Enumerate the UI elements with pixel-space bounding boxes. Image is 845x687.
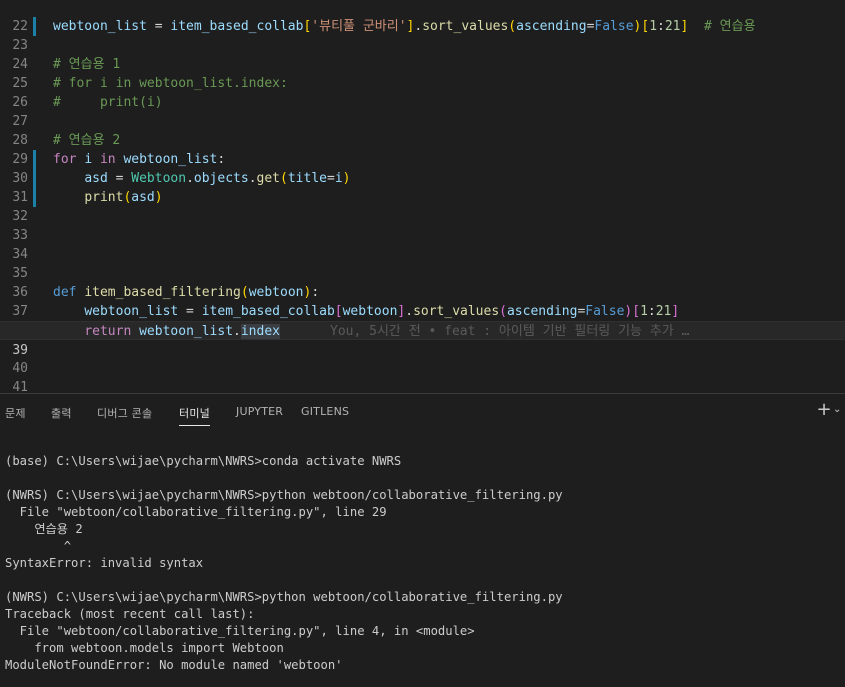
- code-line[interactable]: 34: [0, 226, 845, 262]
- panel-tab-bar: 문제 출력 디버그 콘솔 터미널 JUPYTER GITLENS + ⌄: [0, 393, 845, 431]
- code-line[interactable]: 28: [0, 112, 845, 148]
- git-modified-marker[interactable]: [33, 17, 36, 36]
- tab-jupyter[interactable]: JUPYTER: [236, 405, 283, 425]
- code-text: webtoon_list = item_based_collab['뷰티풀 군바…: [53, 19, 756, 34]
- tab-output[interactable]: 출력: [51, 405, 72, 425]
- code-text: return webtoon_list.index You, 5시간 전 • fe…: [84, 324, 690, 339]
- code-line[interactable]: 35: [0, 245, 845, 281]
- chevron-down-icon[interactable]: ⌄: [833, 402, 845, 418]
- tab-debug-console[interactable]: 디버그 콘솔: [97, 405, 152, 425]
- code-line[interactable]: 30 for i in webtoon_list:: [0, 150, 845, 186]
- git-modified-marker[interactable]: [33, 169, 36, 188]
- code-line[interactable]: 42: [0, 378, 845, 393]
- code-line[interactable]: 25 # 연습용 1: [0, 55, 845, 91]
- git-modified-marker[interactable]: [33, 150, 36, 169]
- code-text: print(asd): [84, 190, 163, 205]
- code-line[interactable]: 36: [0, 264, 845, 300]
- code-line[interactable]: 31 asd = Webtoon.objects.get(title=i): [0, 169, 845, 205]
- terminal-line: from webtoon.models import Webtoon: [5, 641, 284, 655]
- code-line[interactable]: 29 # 연습용 2: [0, 131, 845, 167]
- code-text: webtoon_list = item_based_collab[webtoon…: [84, 304, 680, 319]
- code-line[interactable]: 27 # print(i): [0, 93, 845, 129]
- code-editor[interactable]: 22 23 webtoon_list = item_based_collab['…: [0, 0, 845, 393]
- terminal-line: (NWRS) C:\Users\wijae\pycharm\NWRS>pytho…: [5, 590, 563, 604]
- code-text: # for i in webtoon_list.index:: [53, 76, 288, 91]
- code-line[interactable]: 23 webtoon_list = item_based_collab['뷰티풀…: [0, 17, 845, 53]
- code-text: # 연습용 2: [53, 133, 121, 148]
- terminal-line: File "webtoon/collaborative_filtering.py…: [5, 505, 387, 519]
- terminal-line: (base) C:\Users\wijae\pycharm\NWRS>conda…: [5, 454, 402, 468]
- code-line[interactable]: 37 def item_based_filtering(webtoon):: [0, 283, 845, 319]
- terminal-line: (NWRS) C:\Users\wijae\pycharm\NWRS>pytho…: [5, 488, 563, 502]
- new-terminal-plus-icon[interactable]: +: [814, 400, 834, 420]
- git-modified-marker[interactable]: [33, 188, 36, 207]
- code-line[interactable]: 22: [0, 0, 845, 34]
- terminal-line: Traceback (most recent call last):: [5, 607, 255, 621]
- code-text: for i in webtoon_list:: [53, 152, 226, 167]
- terminal-line: ^: [5, 539, 72, 553]
- code-text: def item_based_filtering(webtoon):: [53, 285, 320, 300]
- code-line[interactable]: 38 webtoon_list = item_based_collab[webt…: [0, 302, 845, 338]
- terminal-line: ModuleNotFoundError: No module named 'we…: [5, 658, 343, 672]
- code-text: # print(i): [53, 95, 163, 110]
- git-blame-annotation[interactable]: You, 5시간 전 • feat : 아이템 기반 필터링 기능 추가 …: [330, 324, 689, 339]
- code-line[interactable]: 41: [0, 359, 845, 393]
- code-line[interactable]: 26 # for i in webtoon_list.index:: [0, 74, 845, 110]
- code-line[interactable]: 32 print(asd): [0, 188, 845, 224]
- code-line-active[interactable]: 39 return webtoon_list.index You, 5시간 전 •…: [0, 321, 845, 358]
- tab-terminal[interactable]: 터미널: [179, 405, 210, 426]
- code-line[interactable]: 33: [0, 207, 845, 243]
- terminal-line: SyntaxError: invalid syntax: [5, 556, 204, 570]
- code-text: asd = Webtoon.objects.get(title=i): [84, 171, 351, 186]
- terminal-line: 연습용 2: [5, 522, 83, 536]
- code-line[interactable]: 40: [0, 340, 845, 376]
- code-line[interactable]: 24: [0, 36, 845, 72]
- code-text: # 연습용 1: [53, 57, 121, 72]
- terminal-line: File "webtoon/collaborative_filtering.py…: [5, 624, 475, 638]
- tab-problems[interactable]: 문제: [5, 405, 26, 425]
- terminal-output[interactable]: (base) C:\Users\wijae\pycharm\NWRS>conda…: [0, 431, 845, 687]
- tab-gitlens[interactable]: GITLENS: [301, 405, 349, 425]
